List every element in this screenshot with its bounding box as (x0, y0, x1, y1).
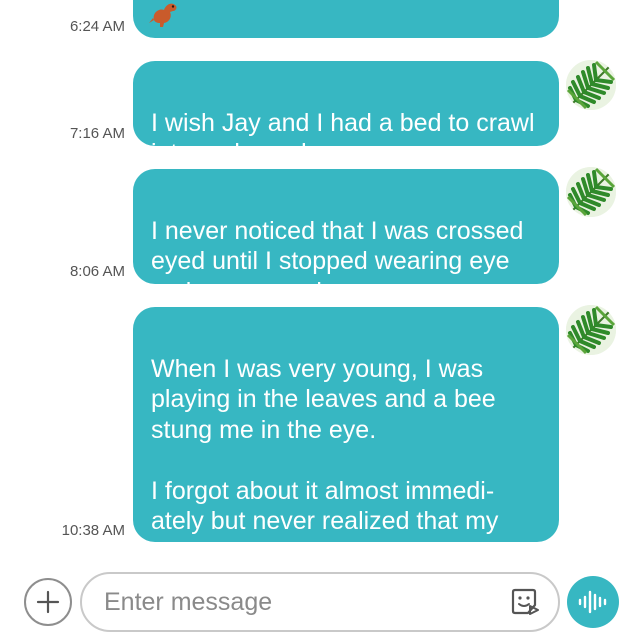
chat-screen: 6:24 AM I wish Jay and I had a bed to cr… (0, 0, 640, 640)
message-text: I never noticed that I was crossed eyed … (151, 216, 524, 306)
avatar[interactable] (566, 305, 616, 355)
fern-leaf-avatar-icon (566, 167, 616, 217)
sticker-icon[interactable] (508, 586, 540, 618)
message-bubble[interactable]: I never noticed that I was crossed eyed … (133, 169, 559, 306)
message-time: 6:24 AM (69, 18, 125, 35)
message-input[interactable]: Enter message (80, 572, 560, 632)
message-bubble[interactable]: When I was very young, I was playing in … (133, 307, 559, 566)
avatar[interactable] (566, 60, 616, 110)
plus-icon (36, 590, 60, 614)
message-time: 7:16 AM (69, 125, 125, 142)
message-time: 8:06 AM (69, 263, 125, 280)
voice-wave-icon (578, 590, 607, 614)
message-text: When I was very young, I was playing in … (151, 354, 499, 566)
fern-leaf-avatar-icon (566, 305, 616, 355)
message-bubble[interactable]: I wish Jay and I had a bed to crawl into… (133, 61, 559, 167)
add-attachment-button[interactable] (24, 578, 72, 626)
message-text: I wish Jay and I had a bed to crawl into… (151, 108, 535, 168)
dinosaur-emoji (149, 3, 177, 28)
avatar[interactable] (566, 167, 616, 217)
voice-record-button[interactable] (567, 576, 619, 628)
message-input-placeholder: Enter message (104, 588, 273, 616)
fern-leaf-avatar-icon (566, 60, 616, 110)
message-time: 10:38 AM (61, 522, 125, 539)
message-composer: Enter message (0, 560, 640, 640)
message-bubble[interactable] (133, 0, 559, 38)
